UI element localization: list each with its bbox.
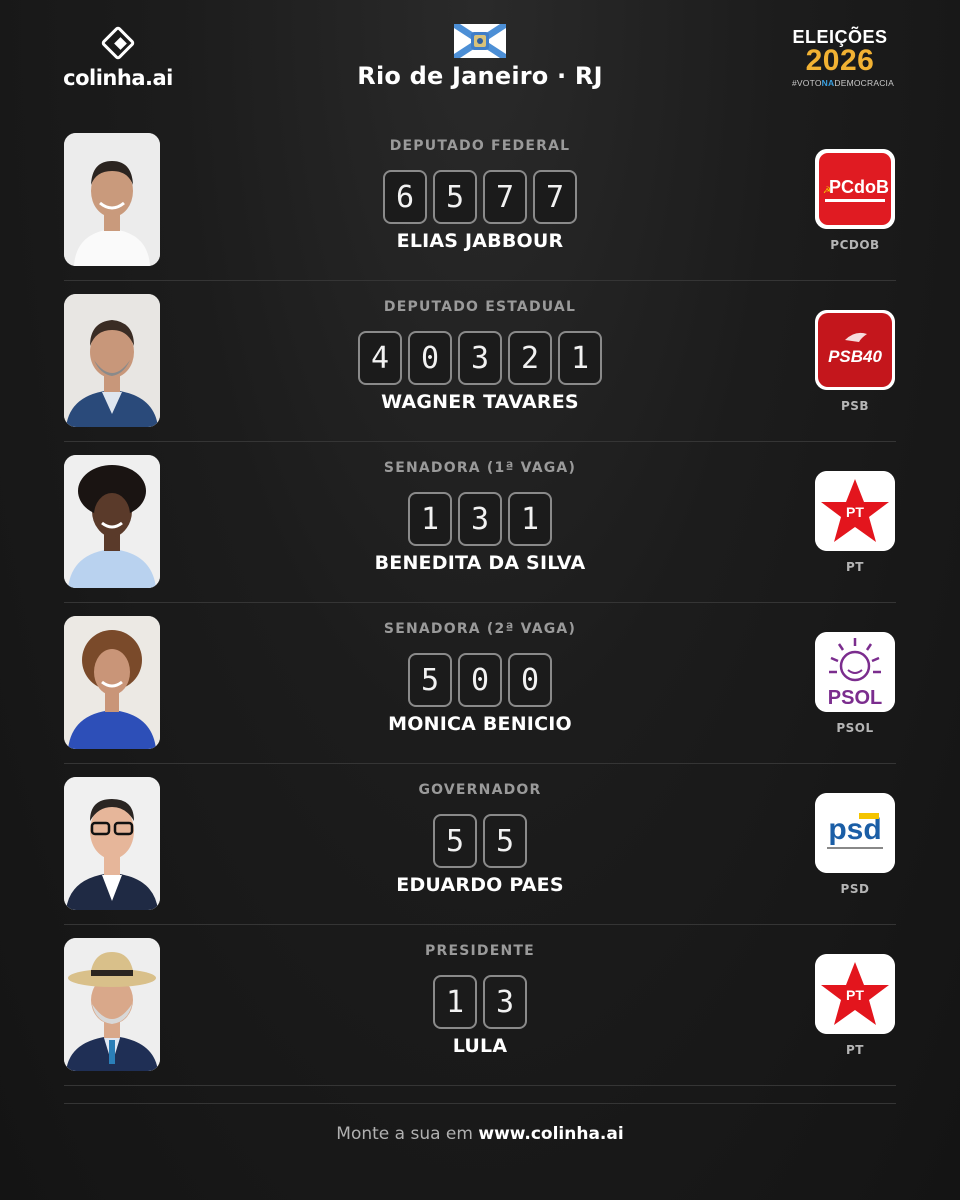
state-name: Rio de Janeiro · RJ	[357, 62, 603, 90]
pt-star-logo-icon: PT	[815, 954, 895, 1034]
party-block: PSOL PSOL	[814, 632, 896, 735]
svg-text:PCdoB: PCdoB	[829, 177, 889, 197]
ballot-list: DEPUTADO FEDERAL 6 5 7 7 ELIAS JABBOUR ☭…	[64, 120, 896, 1086]
party-block: ☭ PCdoB PCDOB	[814, 149, 896, 252]
candidate-name: MONICA BENICIO	[388, 713, 572, 735]
svg-text:PSOL: PSOL	[828, 687, 882, 709]
psb-logo-icon: PSB40	[815, 310, 895, 390]
candidate-photo	[64, 616, 160, 749]
office-label: DEPUTADO ESTADUAL	[383, 299, 577, 315]
pt-star-logo-icon: PT	[815, 471, 895, 551]
office-label: DEPUTADO FEDERAL	[389, 138, 571, 154]
number-digit: 0	[458, 653, 502, 707]
number-digit: 1	[558, 331, 602, 385]
number-digit: 0	[408, 331, 452, 385]
candidate-photo	[64, 294, 160, 427]
party-name: PT	[846, 560, 864, 574]
footer-prefix: Monte a sua em	[336, 1124, 473, 1144]
state-header: Rio de Janeiro · RJ	[280, 24, 680, 90]
ballot-number: 1 3	[240, 975, 720, 1029]
svg-text:PT: PT	[846, 504, 864, 520]
number-digit: 1	[433, 975, 477, 1029]
psd-logo-icon: psd	[815, 793, 895, 873]
party-block: PT PT	[814, 471, 896, 574]
ballot-number: 6 5 7 7	[240, 170, 720, 224]
svg-text:PT: PT	[846, 987, 864, 1003]
number-digit: 6	[383, 170, 427, 224]
party-block: psd PSD	[814, 793, 896, 896]
candidate-name: EDUARDO PAES	[396, 874, 564, 896]
number-digit: 2	[508, 331, 552, 385]
number-digit: 5	[408, 653, 452, 707]
ballot-row: GOVERNADOR 5 5 EDUARDO PAES psd PSD	[64, 764, 896, 925]
number-digit: 3	[483, 975, 527, 1029]
candidate-name: BENEDITA DA SILVA	[374, 552, 586, 574]
badge-hashtag: #VOTONADEMOCRACIA	[792, 78, 894, 88]
office-label: PRESIDENTE	[425, 943, 535, 959]
number-digit: 5	[433, 814, 477, 868]
ballot-number: 5 0 0	[240, 653, 720, 707]
brand-name: colinha.ai	[63, 66, 173, 90]
number-digit: 1	[508, 492, 552, 546]
candidate-photo	[64, 777, 160, 910]
office-label: GOVERNADOR	[418, 782, 542, 798]
rio-flag-icon	[454, 24, 506, 58]
party-name: PSOL	[836, 721, 874, 735]
number-digit: 3	[458, 492, 502, 546]
footer-divider	[64, 1103, 896, 1104]
number-digit: 0	[508, 653, 552, 707]
candidate-photo	[64, 133, 160, 266]
ballot-number: 5 5	[240, 814, 720, 868]
elections-badge: ELEIÇÕES 2026 #VOTONADEMOCRACIA	[792, 28, 894, 88]
ballot-row: SENADORA (2ª VAGA) 5 0 0 MONICA BENICIO …	[64, 603, 896, 764]
candidate-name: ELIAS JABBOUR	[396, 230, 564, 252]
candidate-name: WAGNER TAVARES	[381, 391, 579, 413]
ballot-row: DEPUTADO FEDERAL 6 5 7 7 ELIAS JABBOUR ☭…	[64, 120, 896, 281]
ballot-row: SENADORA (1ª VAGA) 1 3 1 BENEDITA DA SIL…	[64, 442, 896, 603]
number-digit: 4	[358, 331, 402, 385]
party-block: PSB40 PSB	[814, 310, 896, 413]
svg-text:PSB40: PSB40	[828, 347, 882, 366]
footer-link[interactable]: www.colinha.ai	[478, 1124, 623, 1144]
party-block: PT PT	[814, 954, 896, 1057]
office-label: SENADORA (2ª VAGA)	[383, 621, 577, 637]
office-label: SENADORA (1ª VAGA)	[383, 460, 577, 476]
colinha-logo-icon	[101, 26, 135, 60]
ballot-row: PRESIDENTE 1 3 LULA PT PT	[64, 925, 896, 1086]
number-digit: 3	[458, 331, 502, 385]
brand-logo[interactable]: colinha.ai	[62, 24, 174, 90]
candidate-name: LULA	[452, 1035, 508, 1057]
header: colinha.ai Rio de Janeiro · RJ ELEIÇÕES …	[0, 0, 960, 120]
ballot-row: DEPUTADO ESTADUAL 4 0 3 2 1 WAGNER TAVAR…	[64, 281, 896, 442]
number-digit: 7	[483, 170, 527, 224]
footer: Monte a sua em www.colinha.ai	[0, 1124, 960, 1144]
psol-sun-logo-icon: PSOL	[815, 632, 895, 712]
number-digit: 5	[483, 814, 527, 868]
number-digit: 1	[408, 492, 452, 546]
pcdob-logo-icon: ☭ PCdoB	[815, 149, 895, 229]
party-name: PCDOB	[830, 238, 880, 252]
number-digit: 5	[433, 170, 477, 224]
party-name: PT	[846, 1043, 864, 1057]
number-digit: 7	[533, 170, 577, 224]
candidate-photo	[64, 455, 160, 588]
badge-year: 2026	[805, 44, 875, 77]
candidate-photo	[64, 938, 160, 1071]
ballot-number: 1 3 1	[240, 492, 720, 546]
party-name: PSD	[840, 882, 870, 896]
party-name: PSB	[840, 399, 870, 413]
ballot-number: 4 0 3 2 1	[240, 331, 720, 385]
